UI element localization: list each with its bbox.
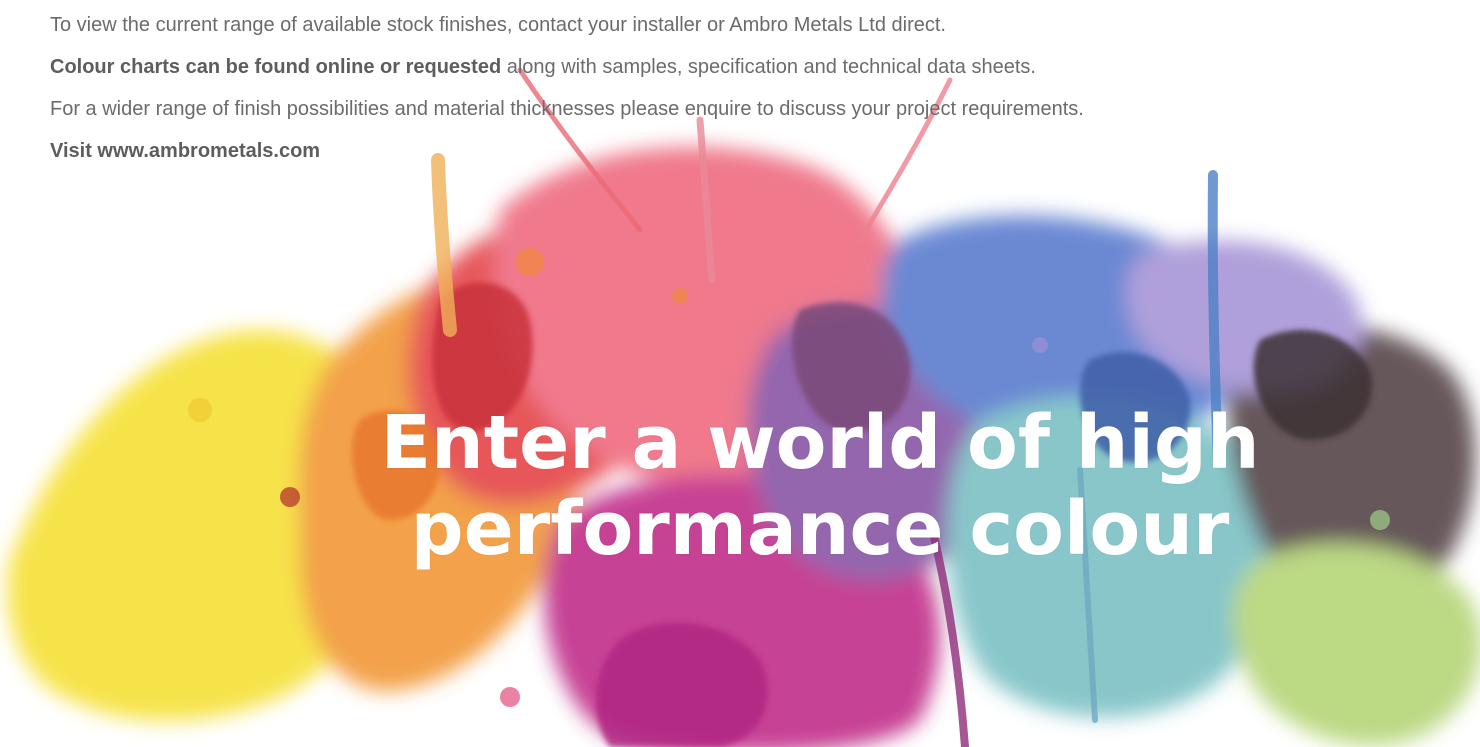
- green-wash: [1232, 543, 1480, 746]
- spot-orange-small: [672, 288, 688, 304]
- brochure-page: To view the current range of available s…: [0, 0, 1480, 747]
- stock-finishes-text: To view the current range of available s…: [50, 14, 946, 36]
- colour-charts-rest: along with samples, specification and te…: [501, 56, 1036, 78]
- finish-possibilities-text: For a wider range of finish possibilitie…: [50, 98, 1084, 120]
- headline-line-1: Enter a world of high: [380, 400, 1260, 486]
- headline-line-2: performance colour: [410, 486, 1230, 572]
- headline: Enter a world of high performance colour: [0, 400, 1480, 572]
- colour-charts-text: Colour charts can be found online or req…: [50, 54, 1036, 80]
- website-link[interactable]: Visit www.ambrometals.com: [50, 138, 320, 164]
- spot-pink: [500, 687, 520, 707]
- spot-orange: [516, 248, 544, 276]
- spot-lilac: [1032, 337, 1048, 353]
- colour-charts-bold: Colour charts can be found online or req…: [50, 56, 502, 78]
